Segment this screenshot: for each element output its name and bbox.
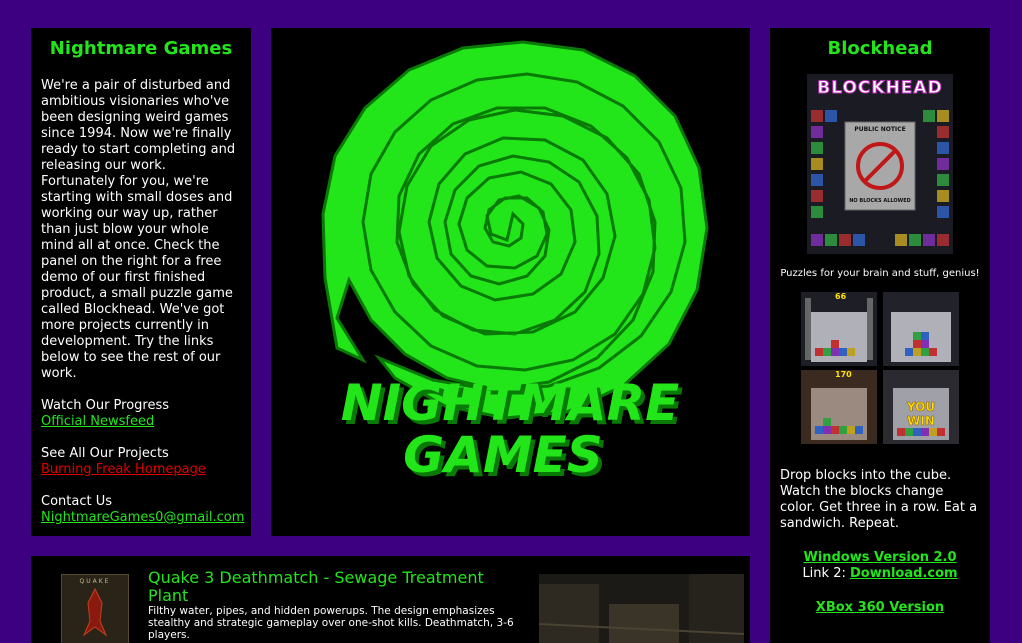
blockhead-title: Blockhead: [827, 38, 933, 59]
quake3-title[interactable]: Quake 3 Deathmatch - Sewage Treatment Pl…: [148, 569, 518, 605]
email-link[interactable]: NightmareGames0@gmail.com: [41, 510, 244, 525]
burning-freak-link[interactable]: Burning Freak Homepage: [41, 462, 206, 477]
blockhead-logo-text: BLOCKHEAD: [817, 78, 943, 99]
about-title: Nightmare Games: [49, 38, 233, 59]
quake3-description: Filthy water, pipes, and hidden powerups…: [148, 605, 514, 641]
quake3-panel: QUAKE Quake 3 Deathmatch - Sewage Treatm…: [31, 556, 750, 643]
logo-text-nightmare: NIGHTMARE: [341, 374, 680, 432]
screenshot-3[interactable]: 170: [801, 370, 877, 444]
shot-1-score: 66: [835, 292, 847, 301]
about-panel: Nightmare Games We're a pair of disturbe…: [31, 28, 251, 536]
contact-label: Contact Us: [41, 494, 112, 509]
link2-label: Link 2:: [802, 566, 846, 581]
xbox-version-link[interactable]: XBox 360 Version: [816, 600, 944, 615]
nightmare-spiral-logo: NIGHTMARE NIGHTMARE GAMES GAMES: [321, 40, 709, 488]
about-text: We're a pair of disturbed and ambitious …: [41, 78, 236, 381]
progress-label: Watch Our Progress: [41, 398, 170, 413]
blockhead-description: Drop blocks into the cube. Watch the blo…: [780, 468, 978, 531]
download-com-link[interactable]: Download.com: [850, 566, 958, 581]
screenshot-4[interactable]: YOU WIN: [883, 370, 959, 444]
public-notice-text: NO BLOCKS ALLOWED: [849, 198, 911, 204]
blockhead-panel: Blockhead BLOCKHEAD PUBLIC NOTICE NO BLO…: [770, 28, 990, 643]
windows-version-link[interactable]: Windows Version 2.0: [803, 550, 956, 565]
screenshot-1[interactable]: 66: [801, 292, 877, 366]
blockhead-box-art[interactable]: BLOCKHEAD PUBLIC NOTICE NO BLOCKS ALLOWE…: [807, 74, 953, 254]
screenshot-2[interactable]: [883, 292, 959, 366]
newsfeed-link[interactable]: Official Newsfeed: [41, 414, 154, 429]
public-notice-title: PUBLIC NOTICE: [854, 126, 906, 133]
you-win-text: YOU WIN: [906, 400, 936, 429]
blockhead-tagline: Puzzles for your brain and stuff, genius…: [780, 268, 980, 279]
logo-panel: NIGHTMARE NIGHTMARE GAMES GAMES: [271, 28, 750, 536]
quake3-box-art[interactable]: QUAKE: [61, 574, 129, 643]
shot-3-score: 170: [835, 370, 852, 379]
quake3-screenshot[interactable]: [539, 574, 744, 643]
screenshot-grid: 66 170 YOU WIN: [801, 292, 959, 444]
projects-label: See All Our Projects: [41, 446, 169, 461]
logo-text-games: GAMES: [403, 426, 603, 484]
